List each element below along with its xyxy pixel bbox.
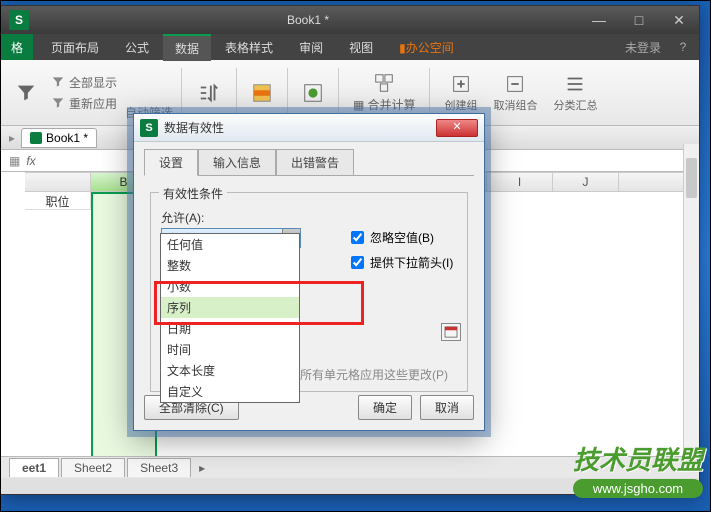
ribbon-reapply[interactable]: 重新应用 [47, 94, 121, 113]
option-custom[interactable]: 自定义 [161, 381, 299, 402]
ribbon-sort[interactable] [190, 80, 228, 106]
dialog-titlebar[interactable]: S 数据有效性 ✕ [134, 114, 484, 142]
option-any[interactable]: 任何值 [161, 234, 299, 255]
file-tab[interactable]: 格 [1, 34, 33, 60]
vertical-scrollbar[interactable] [683, 144, 699, 456]
menu-review[interactable]: 审阅 [287, 35, 335, 60]
watermark-url: www.jsgho.com [573, 479, 703, 498]
allow-dropdown-list: 任何值 整数 小数 序列 日期 时间 文本长度 自定义 [160, 233, 300, 403]
option-textlength[interactable]: 文本长度 [161, 360, 299, 381]
ribbon-consolidate[interactable]: ▦ 合并计算 [347, 70, 421, 115]
minimize-button[interactable]: — [579, 6, 619, 34]
sheet-file-icon [30, 132, 42, 144]
ribbon-group[interactable]: 创建组 [438, 71, 483, 115]
close-button[interactable]: ✕ [659, 6, 699, 34]
desktop: S Book1 * — □ ✕ 格 页面布局 公式 数据 表格样式 审阅 视图 … [0, 0, 711, 512]
login-status[interactable]: 未登录 [625, 39, 661, 56]
fx-label[interactable]: fx [26, 154, 35, 168]
menu-tablestyle[interactable]: 表格样式 [213, 35, 285, 60]
name-box-icon[interactable]: ▦ [9, 154, 20, 168]
sheet-tab-2[interactable]: Sheet2 [61, 458, 125, 477]
menu-pagelayout[interactable]: 页面布局 [39, 35, 111, 60]
sheet-tab-1[interactable]: eet1 [9, 458, 59, 477]
option-decimal[interactable]: 小数 [161, 276, 299, 297]
watermark-text: 技术员联盟 [573, 440, 703, 477]
help-icon[interactable]: ? [671, 40, 695, 54]
ribbon-validation[interactable] [296, 80, 330, 106]
sheet-tab-3[interactable]: Sheet3 [127, 458, 191, 477]
ribbon-ungroup[interactable]: 取消组合 [487, 71, 543, 115]
workbook-tab-label: Book1 * [46, 131, 88, 145]
col-header[interactable] [25, 172, 91, 192]
data-validation-dialog: S 数据有效性 ✕ 设置 输入信息 出错警告 有效性条件 允许(A): 序列 ▾… [133, 113, 485, 431]
ribbon-subtotal[interactable]: 分类汇总 [547, 71, 603, 115]
dialog-title: 数据有效性 [164, 119, 436, 136]
sheet-nav-icon[interactable]: ▸ [193, 461, 211, 475]
menu-formula[interactable]: 公式 [113, 35, 161, 60]
cell-b1[interactable]: 职位 [25, 192, 91, 210]
workbook-tab[interactable]: Book1 * [21, 128, 97, 148]
app-icon: S [9, 10, 29, 30]
ignore-blank-checkbox[interactable]: 忽略空值(B) [351, 229, 453, 246]
dialog-close-button[interactable]: ✕ [436, 119, 478, 137]
doc-title: Book1 * [37, 13, 579, 27]
tab-error-alert[interactable]: 出错警告 [276, 149, 354, 176]
fieldset-legend: 有效性条件 [159, 185, 227, 202]
titlebar: S Book1 * — □ ✕ [1, 6, 699, 34]
col-header-i[interactable]: I [487, 172, 553, 192]
ok-button[interactable]: 确定 [358, 395, 412, 420]
option-integer[interactable]: 整数 [161, 255, 299, 276]
option-time[interactable]: 时间 [161, 339, 299, 360]
ribbon-showall[interactable]: 全部显示 [47, 73, 121, 92]
ribbon-autofilter[interactable] [9, 80, 43, 106]
allow-label: 允许(A): [161, 209, 457, 226]
plus-icon: ▦ [353, 98, 364, 112]
col-header-j[interactable]: J [553, 172, 619, 192]
dialog-body: 有效性条件 允许(A): 序列 ▾ 忽略空值(B) 提供下拉箭头(I) 对所有同… [144, 175, 474, 405]
option-date[interactable]: 日期 [161, 318, 299, 339]
tab-input-message[interactable]: 输入信息 [198, 149, 276, 176]
menu-data[interactable]: 数据 [163, 34, 211, 61]
dialog-icon: S [140, 119, 158, 137]
menubar: 页面布局 公式 数据 表格样式 审阅 视图 ▮办公空间 未登录 ? [1, 34, 699, 60]
scroll-thumb[interactable] [686, 158, 697, 198]
dialog-tabs: 设置 输入信息 出错警告 [134, 142, 484, 175]
option-list[interactable]: 序列 [161, 297, 299, 318]
tab-nav-icon[interactable]: ▸ [9, 131, 15, 145]
ribbon-highlight[interactable] [245, 80, 279, 106]
col-header[interactable] [619, 172, 685, 192]
menu-view[interactable]: 视图 [337, 35, 385, 60]
tab-settings[interactable]: 设置 [144, 149, 198, 176]
source-range-button[interactable] [441, 323, 461, 341]
cancel-button[interactable]: 取消 [420, 395, 474, 420]
in-cell-dropdown-checkbox[interactable]: 提供下拉箭头(I) [351, 254, 453, 271]
watermark: 技术员联盟 www.jsgho.com [573, 440, 703, 498]
maximize-button[interactable]: □ [619, 6, 659, 34]
menu-office[interactable]: ▮办公空间 [387, 35, 466, 60]
